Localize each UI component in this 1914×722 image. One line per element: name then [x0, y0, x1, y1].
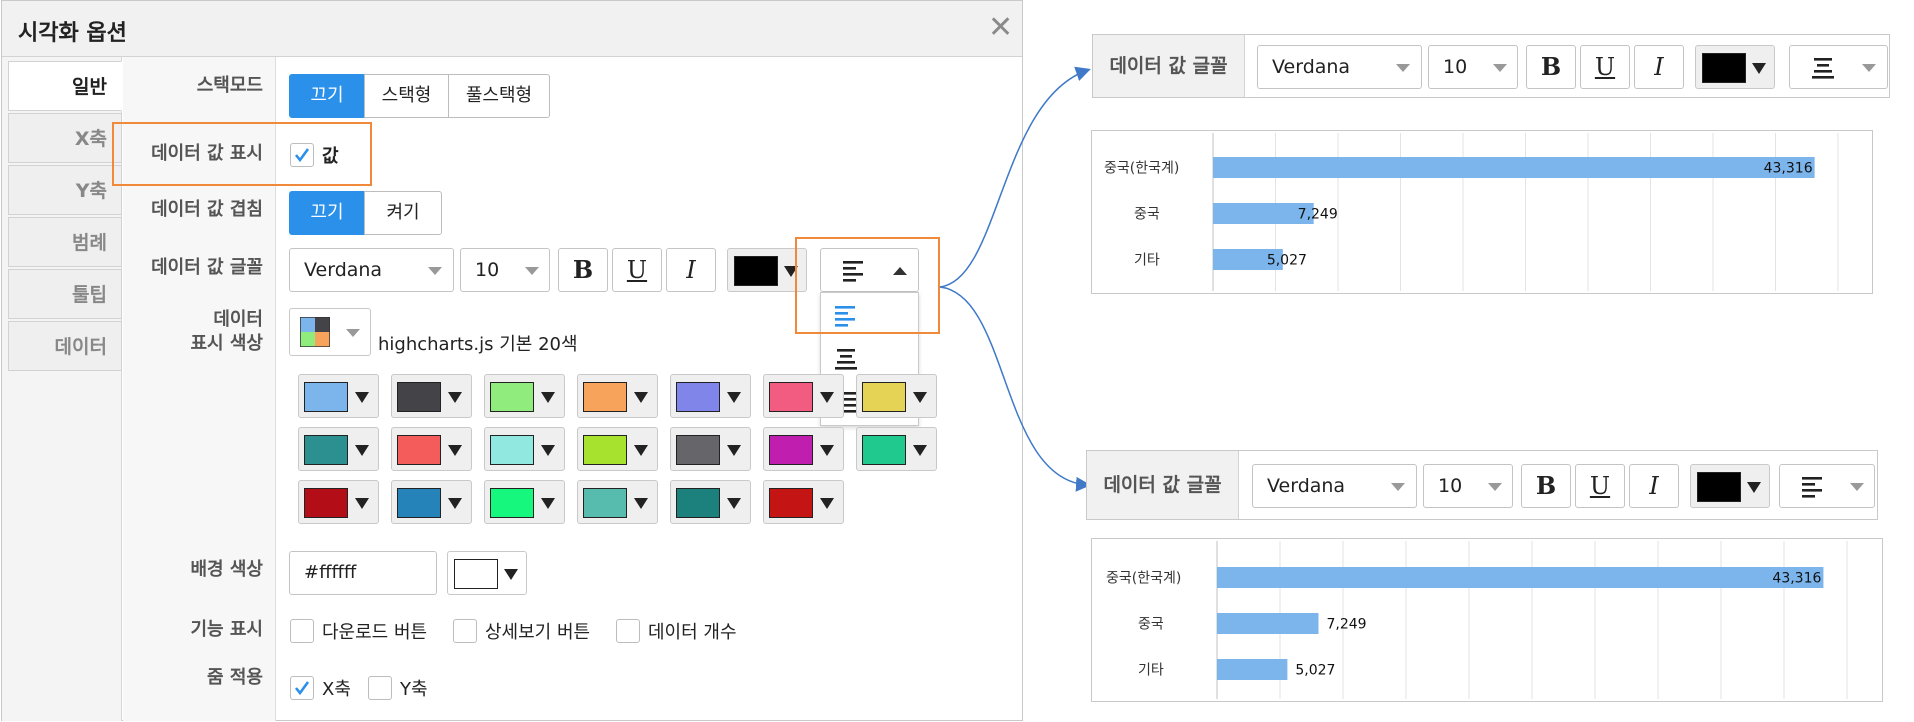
- preview-bottom-font-family-select[interactable]: Verdana: [1252, 464, 1417, 508]
- preview-toolbar-bottom: 데이터 값 글꼴 Verdana 10 B U I: [1086, 450, 1878, 520]
- data-label: 43,316: [1764, 161, 1813, 177]
- align-select[interactable]: [1779, 464, 1875, 508]
- category-label: 중국: [1134, 207, 1160, 223]
- align-select[interactable]: [1789, 45, 1888, 89]
- font-color-picker[interactable]: [1690, 464, 1770, 508]
- bar: [1213, 157, 1815, 178]
- bar: [1217, 659, 1288, 680]
- bar-chart-bottom: 중국(한국계) 43,316 중국 7,249 기타 5,027: [1106, 541, 1848, 699]
- category-label: 중국: [1138, 617, 1164, 633]
- chevron-down-icon: [1391, 483, 1405, 491]
- font-family-value: Verdana: [1272, 56, 1351, 78]
- left-align-icon: [1802, 477, 1822, 498]
- underline-button[interactable]: U: [1580, 45, 1630, 89]
- font-color-picker[interactable]: [1695, 45, 1775, 89]
- font-family-value: Verdana: [1267, 475, 1346, 497]
- data-label: 43,316: [1772, 571, 1821, 587]
- data-label: 7,249: [1326, 617, 1366, 633]
- font-color-swatch: [1697, 472, 1741, 502]
- category-label: 중국(한국계): [1104, 161, 1179, 177]
- data-label: 5,027: [1295, 663, 1335, 679]
- category-label: 중국(한국계): [1106, 571, 1181, 587]
- bold-button[interactable]: B: [1526, 45, 1576, 89]
- chevron-down-icon: [1488, 483, 1502, 491]
- preview-top-font-family-select[interactable]: Verdana: [1257, 45, 1422, 89]
- chevron-down-icon: [1493, 64, 1507, 72]
- bar: [1217, 567, 1824, 588]
- bar: [1217, 613, 1319, 634]
- font-color-swatch: [1702, 53, 1746, 83]
- callout-arrow-bottom: [939, 286, 1091, 492]
- callout-arrow-top: [939, 66, 1091, 288]
- center-align-icon: [1812, 58, 1834, 79]
- underline-button[interactable]: U: [1575, 464, 1625, 508]
- preview-chart-top: 중국(한국계) 43,316 중국 7,249 기타 5,027: [1091, 130, 1873, 294]
- italic-button[interactable]: I: [1634, 45, 1684, 89]
- preview-toolbar-top: 데이터 값 글꼴 Verdana 10 B U I: [1092, 34, 1890, 98]
- preview-toolbar-top-label: 데이터 값 글꼴: [1093, 35, 1245, 97]
- font-size-value: 10: [1438, 475, 1463, 497]
- bar-chart-top: 중국(한국계) 43,316 중국 7,249 기타 5,027: [1104, 133, 1839, 291]
- data-label: 7,249: [1298, 207, 1338, 223]
- preview-top-font-size-select[interactable]: 10: [1428, 45, 1518, 89]
- category-label: 기타: [1134, 253, 1160, 269]
- chevron-down-icon: [1396, 64, 1410, 72]
- data-label: 5,027: [1267, 253, 1307, 269]
- preview-chart-bottom: 중국(한국계) 43,316 중국 7,249 기타 5,027: [1091, 538, 1883, 702]
- preview-toolbar-bottom-label: 데이터 값 글꼴: [1087, 451, 1239, 519]
- chevron-down-icon: [1752, 63, 1766, 74]
- italic-button[interactable]: I: [1629, 464, 1679, 508]
- chevron-down-icon: [1850, 483, 1864, 491]
- chevron-down-icon: [1747, 482, 1761, 493]
- bold-button[interactable]: B: [1521, 464, 1571, 508]
- font-size-value: 10: [1443, 56, 1468, 78]
- chevron-down-icon: [1862, 64, 1876, 72]
- category-label: 기타: [1138, 663, 1164, 679]
- preview-bottom-font-size-select[interactable]: 10: [1423, 464, 1513, 508]
